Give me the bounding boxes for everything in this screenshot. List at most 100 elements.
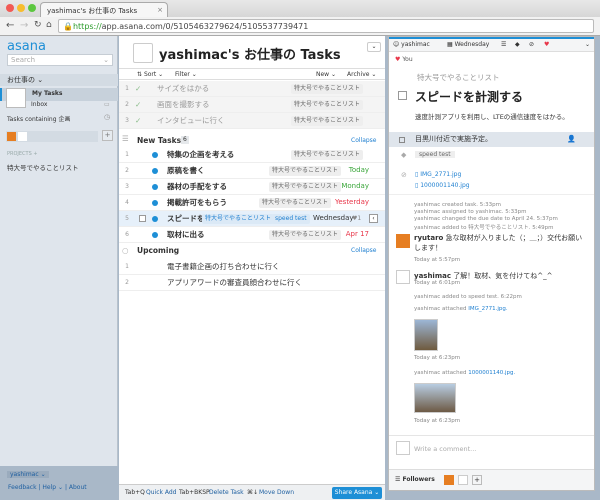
browser-tab[interactable]: yashimac's お仕事の Tasks ×: [40, 2, 168, 17]
check-icon[interactable]: ✓: [135, 81, 141, 96]
add-project-icon[interactable]: +: [33, 151, 37, 157]
move-down-link[interactable]: Move Down: [259, 489, 294, 496]
subtask-checkbox[interactable]: [399, 137, 405, 143]
minimize-window-button[interactable]: [17, 4, 25, 12]
completed-task-row[interactable]: 1 ✓ サイズをはかる 特大号でやることリスト: [119, 81, 385, 97]
task-row[interactable]: 1 電子書籍企画の打ち合わせに行く: [119, 259, 385, 275]
share-asana-button[interactable]: Share Asana ⌄: [332, 487, 382, 499]
task-row[interactable]: 2 アプリアワードの審査員顔合わせに行く: [119, 275, 385, 291]
task-project[interactable]: 特大号でやることリスト: [417, 72, 500, 83]
completed-task-row[interactable]: 3 ✓ インタビューに行く 特大号でやることリスト: [119, 113, 385, 129]
collapse-detail-button[interactable]: ‹: [369, 214, 378, 223]
url-input[interactable]: 🔒https://app.asana.com/0/5105463279624/5…: [58, 19, 594, 33]
task-title[interactable]: スピードを計測する: [415, 88, 523, 105]
quick-add-link[interactable]: Quick Add: [146, 489, 177, 496]
maximize-window-button[interactable]: [28, 4, 36, 12]
archive-button[interactable]: Archive ⌄: [347, 69, 376, 80]
sidebar-item-inbox[interactable]: Inbox: [31, 101, 47, 108]
chevron-down-icon[interactable]: ⌄: [103, 56, 109, 64]
follower-avatar[interactable]: [444, 475, 454, 485]
url-path: app.asana.com/0/5105463279624/5105537739…: [101, 22, 309, 31]
filter-button[interactable]: Filter ⌄: [175, 69, 197, 80]
add-follower-button[interactable]: +: [472, 475, 482, 485]
completed-task-row[interactable]: 2 ✓ 画面を撮影する 特大号でやることリスト: [119, 97, 385, 113]
project-tag[interactable]: 特大号でやることリスト: [269, 182, 342, 192]
search-input[interactable]: Search ⌄: [7, 54, 113, 66]
follower-avatar[interactable]: [458, 475, 468, 485]
sort-label: Sort: [143, 71, 157, 78]
row-number: 2: [125, 279, 129, 286]
more-menu-icon[interactable]: ⌄: [585, 39, 590, 51]
project-tag[interactable]: 特大号でやることリスト: [291, 84, 364, 94]
feedback-link[interactable]: Feedback: [8, 484, 37, 491]
task-row[interactable]: 5 スピードを 特大号でやることリスト speed test Wednesday ♥1 ‹: [119, 211, 385, 227]
sidebar-item-saved-search[interactable]: Tasks containing 企画: [7, 114, 70, 123]
image-thumbnail[interactable]: [414, 383, 456, 413]
check-icon[interactable]: ✓: [135, 97, 141, 112]
forward-icon[interactable]: →: [20, 20, 28, 31]
comment-input[interactable]: Write a comment...: [414, 445, 476, 453]
attachment-link[interactable]: ▯ 1000001140.jpg: [415, 182, 470, 189]
home-icon[interactable]: ⌂: [46, 20, 52, 30]
activity-time: Today at 6:23pm: [414, 355, 461, 361]
project-tag[interactable]: 特大号でやることリスト: [269, 166, 342, 176]
project-tag[interactable]: 特大号でやることリスト: [291, 150, 364, 160]
heart-icon[interactable]: ♥: [544, 39, 549, 51]
tag-chip[interactable]: speed test: [415, 151, 455, 158]
tag-chip[interactable]: speed test: [272, 214, 310, 224]
attachment-icon: ⊘: [401, 171, 407, 179]
asana-logo[interactable]: asana: [7, 39, 46, 54]
title-menu-button[interactable]: ⌄: [367, 42, 381, 52]
attach-icon[interactable]: ⊘: [529, 39, 534, 51]
help-link[interactable]: Help: [42, 484, 56, 491]
activity-text: yashimac attached: [414, 306, 467, 312]
reload-icon[interactable]: ↻: [34, 20, 42, 30]
sort-button[interactable]: ⇅ Sort ⌄: [137, 69, 163, 80]
project-tag[interactable]: 特大号でやることリスト: [269, 230, 342, 240]
task-row[interactable]: 3 器材の手配をする 特大号でやることリスト Monday: [119, 179, 385, 195]
project-tag[interactable]: 特大号でやることリスト: [291, 116, 364, 126]
assign-icon[interactable]: 👤: [567, 132, 576, 147]
browser-tab-bar: yashimac's お仕事の Tasks ×: [0, 0, 600, 17]
project-tag[interactable]: 特大号でやることリスト: [259, 198, 332, 208]
task-name: 画面を撮影する: [157, 100, 210, 109]
collapse-link[interactable]: Collapse: [351, 133, 377, 148]
task-description[interactable]: 速度計測アプリを利用し、LTEの通信速度をはかる。: [415, 111, 569, 121]
add-member-button[interactable]: +: [102, 130, 113, 141]
task-checkbox[interactable]: [139, 215, 146, 222]
sidebar-item-project[interactable]: 特大号でやることリスト: [7, 162, 79, 172]
section-icon: ☰: [122, 134, 129, 143]
member-avatar[interactable]: [7, 132, 16, 141]
attachment-link[interactable]: IMG_2771.jpg.: [468, 306, 507, 312]
workspace-selector[interactable]: お仕事の ⌄: [0, 74, 118, 86]
task-row[interactable]: 1 特集の企画を考える 特大号でやることリスト: [119, 147, 385, 163]
tab-title: yashimac's お仕事の Tasks: [47, 7, 138, 15]
attachment-link[interactable]: 1000001140.jpg.: [468, 370, 515, 376]
task-row[interactable]: 4 掲載許可をもらう 特大号でやることリスト Yesterday: [119, 195, 385, 211]
project-tag[interactable]: 特大号でやることリスト: [291, 100, 364, 110]
image-thumbnail[interactable]: [414, 319, 438, 351]
member-avatar[interactable]: [18, 132, 27, 141]
subtasks-icon[interactable]: ☰: [501, 39, 506, 51]
about-link[interactable]: About: [69, 484, 87, 491]
collapse-link[interactable]: Collapse: [351, 243, 377, 258]
due-date: Apr 17: [345, 230, 369, 238]
back-icon[interactable]: ←: [6, 20, 14, 31]
complete-checkbox[interactable]: [398, 91, 407, 100]
attachment-link[interactable]: ▯ IMG_2771.jpg: [415, 171, 461, 178]
due-date-button[interactable]: ▦ Wednesday: [447, 39, 489, 51]
clock-icon: ◷: [104, 113, 111, 121]
tag-icon[interactable]: ◆: [515, 39, 520, 51]
new-button[interactable]: New ⌄: [316, 69, 336, 80]
assignee-button[interactable]: ☺ yashimac: [393, 39, 430, 51]
user-menu[interactable]: yashimac ⌄: [7, 471, 49, 478]
project-tag[interactable]: 特大号でやることリスト: [202, 214, 275, 224]
task-row[interactable]: 2 原稿を書く 特大号でやることリスト Today: [119, 163, 385, 179]
task-row[interactable]: 6 取材に出る 特大号でやることリスト Apr 17: [119, 227, 385, 243]
followers-button[interactable]: ☰ Followers: [395, 476, 435, 483]
close-tab-icon[interactable]: ×: [157, 6, 163, 14]
close-window-button[interactable]: [6, 4, 14, 12]
subtask-row[interactable]: 目黒川付近で実施予定。 👤: [389, 132, 594, 147]
check-icon[interactable]: ✓: [135, 113, 141, 128]
delete-task-link[interactable]: Delete Task: [209, 489, 244, 496]
